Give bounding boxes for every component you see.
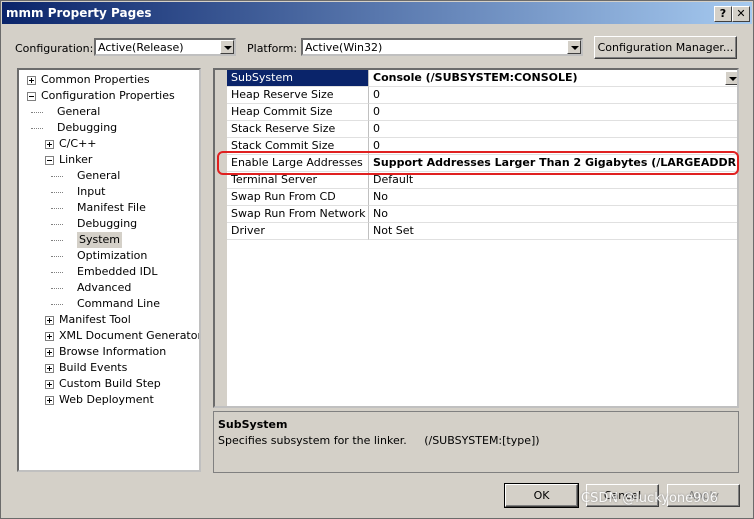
chevron-down-icon[interactable] [220, 40, 234, 54]
tree-item[interactable]: Web Deployment [59, 392, 154, 408]
tree-item[interactable]: Manifest Tool [59, 312, 131, 328]
tree-connector [51, 256, 63, 257]
property-row[interactable]: Stack Reserve Size 0 [227, 121, 737, 138]
property-name: Swap Run From CD [227, 189, 369, 206]
platform-value: Active(Win32) [305, 41, 383, 54]
property-name: Swap Run From Network [227, 206, 369, 223]
property-row[interactable]: Heap Reserve Size 0 [227, 87, 737, 104]
dropdown-triangle-icon [729, 77, 737, 81]
window-title: mmm Property Pages [6, 6, 152, 20]
tree-item[interactable]: Build Events [59, 360, 127, 376]
property-value[interactable]: 0 [369, 121, 737, 138]
expand-icon[interactable] [45, 332, 54, 341]
tree-item[interactable]: System [77, 232, 123, 248]
tree-connector [51, 288, 63, 289]
description-text: Specifies subsystem for the linker. (/SU… [218, 434, 540, 447]
help-button[interactable]: ? [714, 6, 732, 22]
expand-icon[interactable] [45, 140, 54, 149]
expand-icon[interactable] [45, 380, 54, 389]
tree-item[interactable]: Browse Information [59, 344, 166, 360]
property-value[interactable]: 0 [369, 104, 737, 121]
property-name: Heap Commit Size [227, 104, 369, 121]
tree-item[interactable]: Input [77, 184, 105, 200]
tree-item[interactable]: C/C++ [59, 136, 97, 152]
property-value[interactable]: Console (/SUBSYSTEM:CONSOLE) [369, 70, 737, 87]
property-value[interactable]: Not Set [369, 223, 737, 240]
property-row[interactable]: Swap Run From Network No [227, 206, 737, 223]
watermark: CSDN @luckyone906 [581, 491, 718, 506]
close-button[interactable]: ✕ [732, 6, 750, 22]
configuration-dropdown[interactable]: Active(Release) [94, 38, 236, 56]
property-grid[interactable]: SubSystem Console (/SUBSYSTEM:CONSOLE) Hea… [213, 68, 739, 408]
tree-item[interactable]: General [77, 168, 120, 184]
chevron-down-icon[interactable] [725, 71, 737, 85]
tree-item[interactable]: Advanced [77, 280, 131, 296]
property-value[interactable]: No [369, 189, 737, 206]
description-title: SubSystem [218, 418, 288, 431]
tree-connector [31, 112, 43, 113]
configuration-label: Configuration: [15, 42, 94, 55]
highlight-annotation [217, 151, 739, 175]
platform-label: Platform: [247, 42, 298, 55]
tree-item[interactable]: Common Properties [41, 72, 150, 88]
collapse-icon[interactable] [27, 92, 36, 101]
property-name: Heap Reserve Size [227, 87, 369, 104]
tree-connector [31, 128, 43, 129]
tree-item[interactable]: Configuration Properties [41, 88, 175, 104]
tree-connector [51, 240, 63, 241]
tree-connector [51, 272, 63, 273]
tree-connector [51, 208, 63, 209]
tree-item[interactable]: Debugging [57, 120, 117, 136]
expand-icon[interactable] [27, 76, 36, 85]
configuration-manager-button[interactable]: Configuration Manager... [594, 36, 737, 59]
ok-button[interactable]: OK [504, 483, 579, 508]
tree-connector [51, 192, 63, 193]
configuration-value: Active(Release) [98, 41, 184, 54]
property-name: Stack Reserve Size [227, 121, 369, 138]
property-pages-dialog: mmm Property Pages ? ✕ Configuration: Ac… [0, 0, 754, 519]
tree-item[interactable]: XML Document Generator [59, 328, 199, 344]
tree-item[interactable]: Linker [59, 152, 92, 168]
chevron-down-icon[interactable] [567, 40, 581, 54]
description-panel: SubSystem Specifies subsystem for the li… [213, 411, 739, 473]
tree-connector [51, 224, 63, 225]
grid-scrollbar-area [741, 68, 753, 408]
property-row[interactable]: SubSystem Console (/SUBSYSTEM:CONSOLE) [227, 70, 737, 87]
tree-item[interactable]: Custom Build Step [59, 376, 161, 392]
expand-icon[interactable] [45, 316, 54, 325]
property-tree[interactable]: Common Properties Configuration Propertie… [17, 68, 201, 472]
expand-icon[interactable] [45, 396, 54, 405]
title-bar[interactable]: mmm Property Pages ? ✕ [2, 2, 752, 24]
property-row[interactable]: Driver Not Set [227, 223, 737, 240]
property-name: SubSystem [227, 70, 369, 87]
tree-item[interactable]: Embedded IDL [77, 264, 157, 280]
property-row[interactable]: Heap Commit Size 0 [227, 104, 737, 121]
tree-item[interactable]: General [57, 104, 100, 120]
tree-item[interactable]: Command Line [77, 296, 160, 312]
property-value[interactable]: No [369, 206, 737, 223]
tree-connector [51, 304, 63, 305]
tree-item[interactable]: Optimization [77, 248, 147, 264]
property-name: Driver [227, 223, 369, 240]
collapse-icon[interactable] [45, 156, 54, 165]
tree-connector [51, 176, 63, 177]
expand-icon[interactable] [45, 364, 54, 373]
grid-margin [215, 70, 227, 406]
tree-item[interactable]: Debugging [77, 216, 137, 232]
property-row[interactable]: Swap Run From CD No [227, 189, 737, 206]
tree-item[interactable]: Manifest File [77, 200, 146, 216]
platform-dropdown[interactable]: Active(Win32) [301, 38, 583, 56]
property-value[interactable]: 0 [369, 87, 737, 104]
expand-icon[interactable] [45, 348, 54, 357]
